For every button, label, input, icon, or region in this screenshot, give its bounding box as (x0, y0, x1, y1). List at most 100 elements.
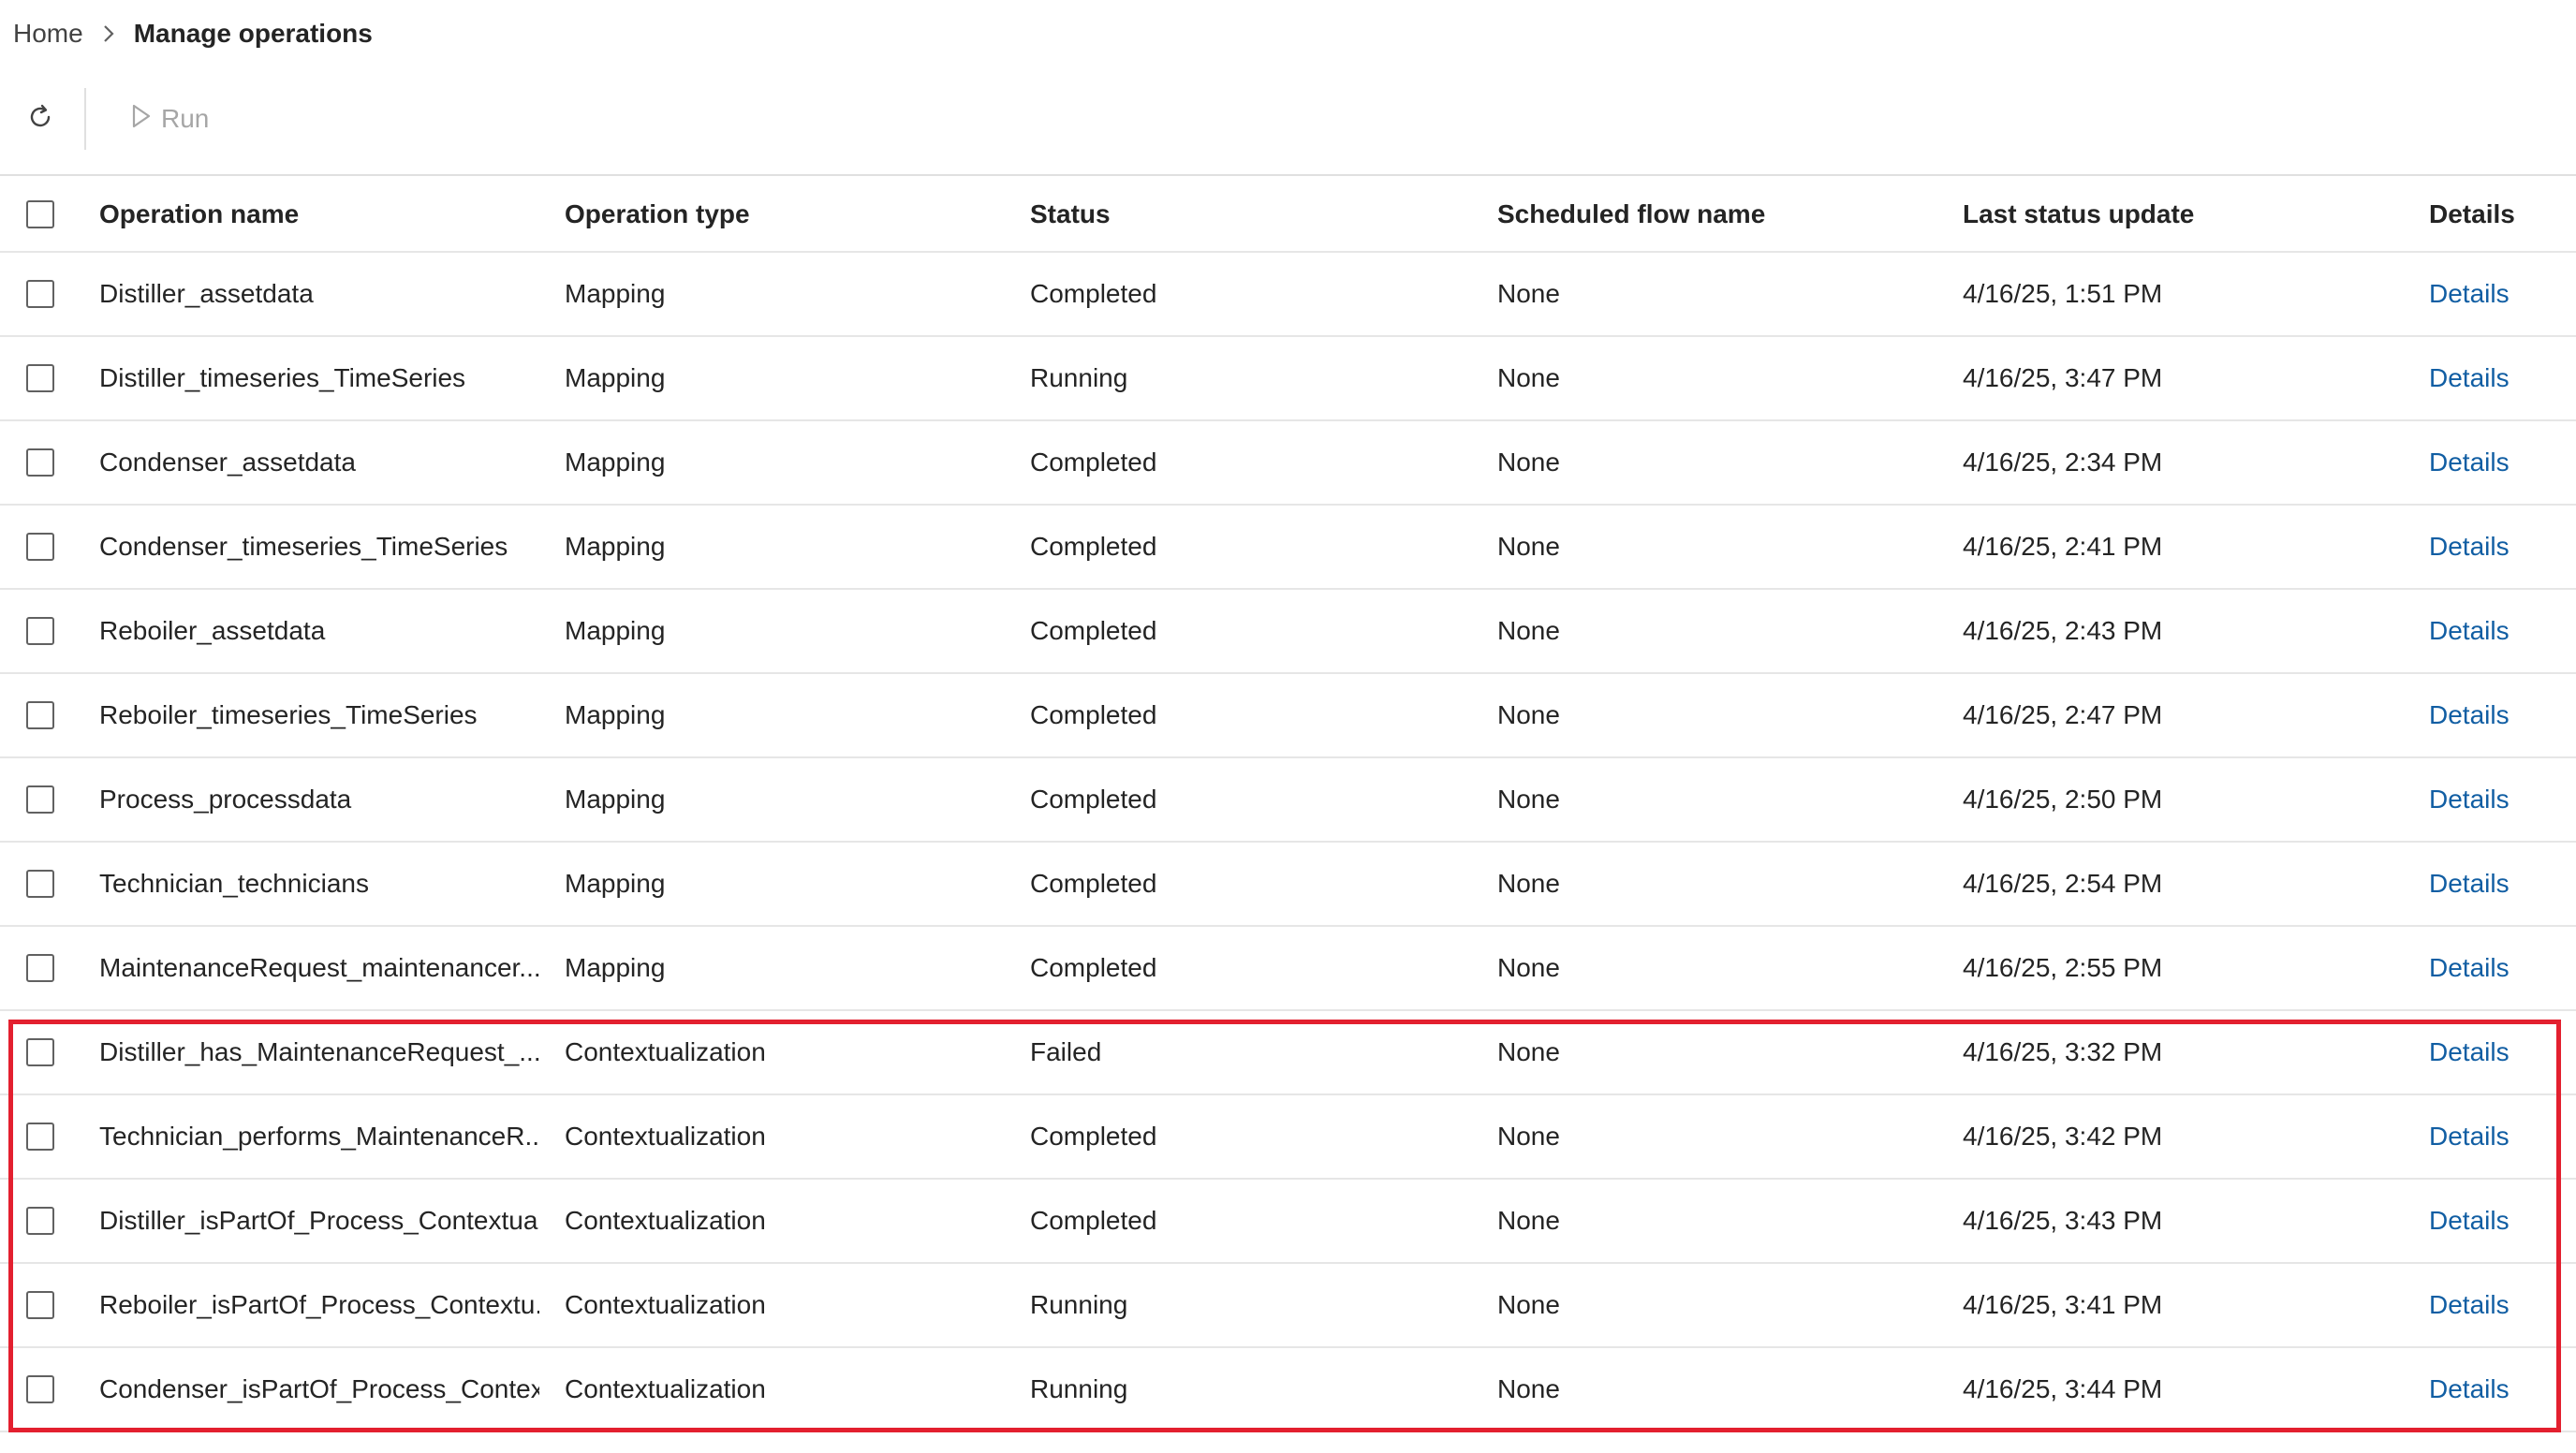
header-status[interactable]: Status (1030, 178, 1111, 251)
row-checkbox[interactable] (26, 785, 54, 814)
details-link[interactable]: Details (2429, 1206, 2510, 1236)
scheduled-flow-name: None (1497, 1037, 1560, 1066)
table-row[interactable]: Condenser_assetdata Mapping Completed None 4… (0, 421, 2576, 506)
details-cell: Details (2429, 590, 2510, 672)
table-row[interactable]: Distiller_assetdata Mapping Completed None 4… (0, 253, 2576, 337)
details-link[interactable]: Details (2429, 1290, 2510, 1320)
table-row[interactable]: Condenser_timeseries_TimeSeries Mapping Co… (0, 506, 2576, 590)
row-checkbox[interactable] (26, 954, 54, 982)
row-checkbox[interactable] (26, 533, 54, 561)
select-all-checkbox[interactable] (26, 200, 54, 228)
row-checkbox[interactable] (26, 870, 54, 898)
table-row[interactable]: Process_processdata Mapping Completed None 4… (0, 758, 2576, 843)
status-text: Completed (1030, 532, 1157, 561)
details-link[interactable]: Details (2429, 953, 2510, 983)
details-link[interactable]: Details (2429, 532, 2510, 562)
details-link[interactable]: Details (2429, 1122, 2510, 1152)
details-link[interactable]: Details (2429, 869, 2510, 899)
operation-type: Contextualization (565, 1037, 766, 1066)
last-status-update: 4/16/25, 3:47 PM (1963, 363, 2163, 392)
row-select-cell (26, 253, 62, 335)
last-status-update: 4/16/25, 2:41 PM (1963, 532, 2163, 561)
table-row[interactable]: Distiller_isPartOf_Process_Contextua... C… (0, 1180, 2576, 1264)
last-status-update: 4/16/25, 2:54 PM (1963, 869, 2163, 898)
table-body: Distiller_assetdata Mapping Completed None 4… (0, 253, 2576, 1432)
row-checkbox[interactable] (26, 1291, 54, 1319)
operations-table: Operation name Operation type Status Sch… (0, 178, 2576, 1432)
details-link[interactable]: Details (2429, 700, 2510, 730)
run-button[interactable]: Run (131, 97, 209, 140)
scheduled-flow-name: None (1497, 1206, 1560, 1235)
table-row[interactable]: Distiller_has_MaintenanceRequest_... Cont… (0, 1011, 2576, 1095)
header-last-status-update[interactable]: Last status update (1963, 178, 2194, 251)
breadcrumb-home[interactable]: Home (13, 19, 83, 49)
status-text: Completed (1030, 953, 1157, 982)
details-link[interactable]: Details (2429, 616, 2510, 646)
operation-type: Mapping (565, 279, 666, 308)
scheduled-flow-name: None (1497, 785, 1560, 814)
row-checkbox[interactable] (26, 280, 54, 308)
details-link[interactable]: Details (2429, 1037, 2510, 1067)
details-link[interactable]: Details (2429, 785, 2510, 815)
table-row[interactable]: Distiller_timeseries_TimeSeries Mapping Ru… (0, 337, 2576, 421)
row-select-cell (26, 1095, 62, 1178)
scheduled-flow-name: None (1497, 532, 1560, 561)
operation-type: Mapping (565, 532, 666, 561)
status-text: Completed (1030, 448, 1157, 477)
details-cell: Details (2429, 1180, 2510, 1262)
status-text: Completed (1030, 1122, 1157, 1151)
operation-type: Mapping (565, 616, 666, 645)
chevron-right-icon (102, 23, 115, 44)
breadcrumb-current: Manage operations (133, 19, 373, 48)
operation-type: Contextualization (565, 1374, 766, 1403)
scheduled-flow-name: None (1497, 953, 1560, 982)
scheduled-flow-name: None (1497, 1290, 1560, 1319)
details-cell: Details (2429, 506, 2510, 588)
row-select-cell (26, 1180, 62, 1262)
details-link[interactable]: Details (2429, 363, 2510, 393)
details-link[interactable]: Details (2429, 448, 2510, 477)
table-row[interactable]: Technician_performs_MaintenanceR... Conte… (0, 1095, 2576, 1180)
details-link[interactable]: Details (2429, 1374, 2510, 1404)
row-checkbox[interactable] (26, 1207, 54, 1235)
last-status-update: 4/16/25, 2:55 PM (1963, 953, 2163, 982)
row-checkbox[interactable] (26, 701, 54, 729)
last-status-update: 4/16/25, 2:47 PM (1963, 700, 2163, 729)
header-operation-name[interactable]: Operation name (99, 178, 539, 251)
row-checkbox[interactable] (26, 1123, 54, 1151)
status-text: Completed (1030, 616, 1157, 645)
scheduled-flow-name: None (1497, 448, 1560, 477)
table-row[interactable]: Reboiler_assetdata Mapping Completed None 4/… (0, 590, 2576, 674)
operation-type: Mapping (565, 363, 666, 392)
operation-type: Mapping (565, 448, 666, 477)
table-row[interactable]: Condenser_isPartOf_Process_Contex... Cont… (0, 1348, 2576, 1432)
row-checkbox[interactable] (26, 1375, 54, 1403)
header-operation-type[interactable]: Operation type (565, 178, 750, 251)
toolbar-separator (0, 174, 2576, 176)
operation-type: Mapping (565, 700, 666, 729)
table-row[interactable]: Technician_technicians Mapping Completed No… (0, 843, 2576, 927)
status-text: Completed (1030, 279, 1157, 308)
table-row[interactable]: MaintenanceRequest_maintenancer... Mappin… (0, 927, 2576, 1011)
header-scheduled-flow-name[interactable]: Scheduled flow name (1497, 178, 1765, 251)
row-checkbox[interactable] (26, 1038, 54, 1066)
details-cell: Details (2429, 253, 2510, 335)
last-status-update: 4/16/25, 3:42 PM (1963, 1122, 2163, 1151)
details-cell: Details (2429, 337, 2510, 419)
play-icon (131, 103, 152, 136)
row-checkbox[interactable] (26, 448, 54, 477)
status-text: Running (1030, 363, 1128, 392)
status-text: Running (1030, 1374, 1128, 1403)
table-row[interactable]: Reboiler_timeseries_TimeSeries Mapping Com… (0, 674, 2576, 758)
operation-name: Reboiler_assetdata (99, 616, 326, 645)
operation-type: Mapping (565, 869, 666, 898)
row-select-cell (26, 421, 62, 504)
details-link[interactable]: Details (2429, 279, 2510, 309)
refresh-button[interactable] (17, 95, 64, 142)
row-checkbox[interactable] (26, 364, 54, 392)
table-row[interactable]: Reboiler_isPartOf_Process_Contextu... Con… (0, 1264, 2576, 1348)
table-header: Operation name Operation type Status Sch… (0, 178, 2576, 253)
operation-name: Condenser_isPartOf_Process_Contex... (99, 1374, 539, 1403)
operation-name: Reboiler_timeseries_TimeSeries (99, 700, 478, 729)
row-checkbox[interactable] (26, 617, 54, 645)
